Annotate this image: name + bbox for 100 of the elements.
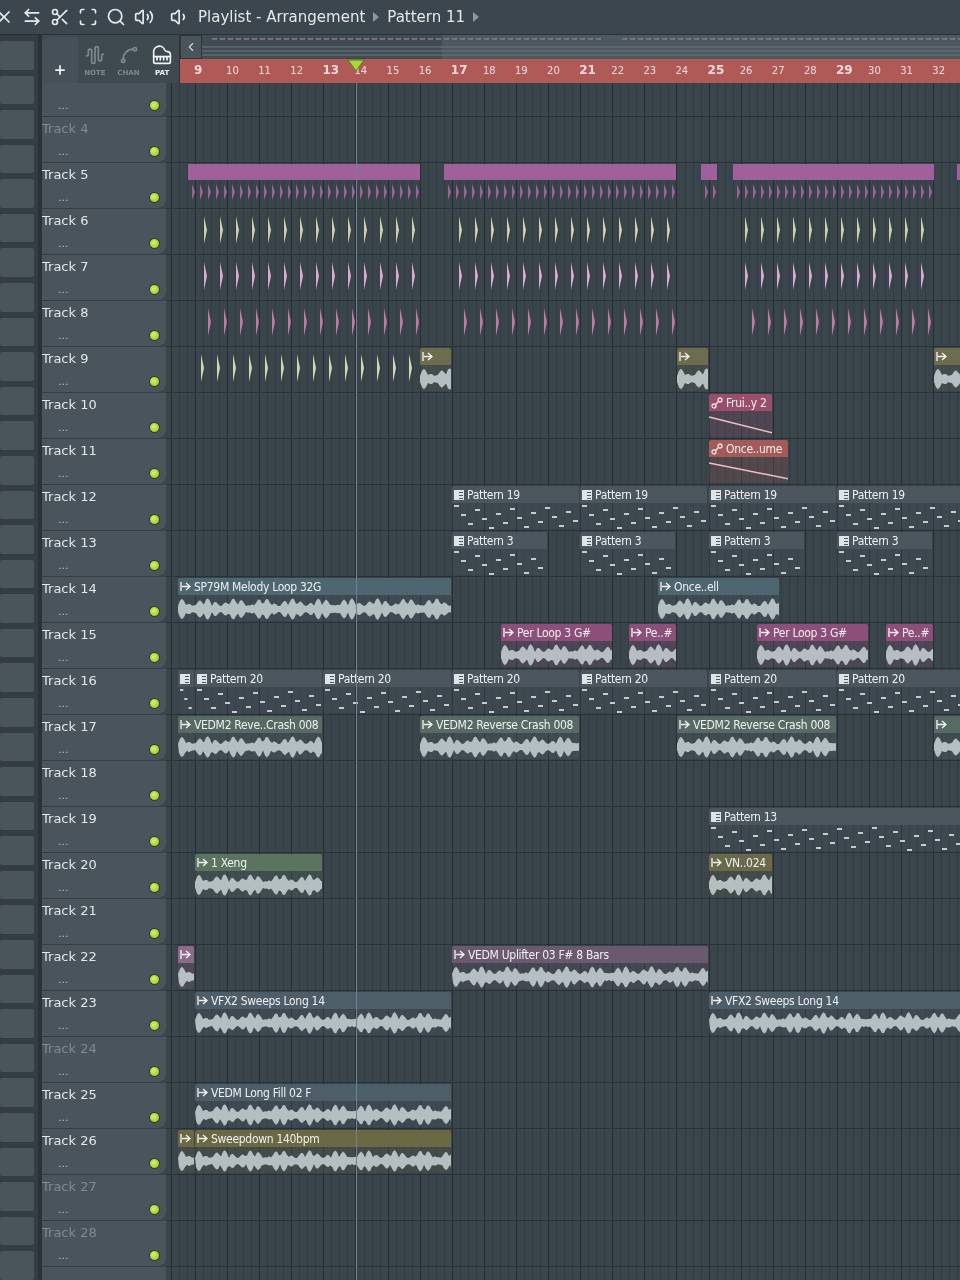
add-track-button[interactable] bbox=[42, 37, 78, 83]
playlist-clip[interactable]: Per Loop 3 G# bbox=[501, 624, 612, 667]
breadcrumb-pattern[interactable]: Pattern 11 bbox=[387, 8, 466, 26]
search-icon[interactable] bbox=[106, 7, 126, 27]
track-header[interactable]: Track 17 ... bbox=[42, 715, 166, 761]
playlist-clip[interactable]: VEDM Long Fill 02 F bbox=[195, 1084, 451, 1127]
track-header[interactable]: Track 15 ... bbox=[42, 623, 166, 669]
playlist-clip[interactable]: Pattern 13 bbox=[709, 808, 960, 851]
playlist-clip[interactable]: Pattern 19 bbox=[837, 486, 960, 529]
track-enable-led[interactable] bbox=[149, 928, 160, 939]
track-header[interactable]: Track 18 ... bbox=[42, 761, 166, 807]
track-enable-led[interactable] bbox=[149, 330, 160, 341]
track-enable-led[interactable] bbox=[149, 146, 160, 157]
track-header[interactable]: Track 10 ... bbox=[42, 393, 166, 439]
playlist-clip[interactable]: VEDM Uplifter 03 F# 8 Bars bbox=[452, 946, 708, 989]
playlist-clip[interactable]: VFX2 Sweeps Long 14 bbox=[195, 992, 451, 1035]
playlist-clip[interactable]: VN..024 bbox=[709, 854, 772, 897]
track-enable-led[interactable] bbox=[149, 974, 160, 985]
track-header[interactable]: ... bbox=[42, 83, 166, 117]
track-header[interactable]: Track 5 ... bbox=[42, 163, 166, 209]
playlist-clip[interactable]: Pattern 20 bbox=[709, 670, 836, 713]
track-header[interactable]: Track 8 ... bbox=[42, 301, 166, 347]
track-lane[interactable]: Pattern 19 Pattern 19 Pattern 19 Pattern 19 bbox=[166, 485, 960, 531]
scissors-icon[interactable] bbox=[50, 7, 70, 27]
track-lane[interactable]: VEDM Uplifter 03 F# 8 Bars bbox=[166, 945, 960, 991]
track-header[interactable]: Track 26 ... bbox=[42, 1129, 166, 1175]
playlist-clip[interactable]: VEDM2 Reverse Crash 008 bbox=[420, 716, 579, 759]
playlist-clip[interactable]: Once..ell bbox=[658, 578, 779, 621]
track-header[interactable]: Track 12 ... bbox=[42, 485, 166, 531]
track-lane[interactable]: Sweepdown 140bpm bbox=[166, 1129, 960, 1175]
track-enable-led[interactable] bbox=[149, 238, 160, 249]
playlist-clip[interactable]: SP79M Melody Loop 32G bbox=[178, 578, 451, 621]
playlist-clip[interactable]: Pattern 19 bbox=[452, 486, 579, 529]
track-header[interactable]: Track 9 ... bbox=[42, 347, 166, 393]
track-header[interactable]: Track 13 ... bbox=[42, 531, 166, 577]
track-lane[interactable]: Frui..y 2 bbox=[166, 393, 960, 439]
track-header[interactable]: Track 19 ... bbox=[42, 807, 166, 853]
playlist-clip[interactable]: Pattern 20 bbox=[837, 670, 960, 713]
track-lane[interactable]: VFX2 Sweeps Long 14 VFX2 Sweeps Long 14 bbox=[166, 991, 960, 1037]
track-header[interactable]: Track 6 ... bbox=[42, 209, 166, 255]
track-lane[interactable]: Pattern 20 Pattern 20 Pattern 20 Pattern 20 Pattern 20 Pattern 20 bbox=[166, 669, 960, 715]
playlist-clip[interactable]: Pe..# bbox=[629, 624, 676, 667]
track-enable-led[interactable] bbox=[149, 192, 160, 203]
track-enable-led[interactable] bbox=[149, 836, 160, 847]
track-enable-led[interactable] bbox=[149, 560, 160, 571]
playlist-clip[interactable] bbox=[178, 946, 194, 989]
track-enable-led[interactable] bbox=[149, 652, 160, 663]
track-enable-led[interactable] bbox=[149, 1066, 160, 1077]
track-lane[interactable]: 1 Xeng VN..024 bbox=[166, 853, 960, 899]
track-enable-led[interactable] bbox=[149, 468, 160, 479]
track-header[interactable]: Track 23 ... bbox=[42, 991, 166, 1037]
track-enable-led[interactable] bbox=[149, 1112, 160, 1123]
track-enable-led[interactable] bbox=[149, 514, 160, 525]
track-enable-led[interactable] bbox=[149, 1020, 160, 1031]
track-header[interactable]: Track 11 ... bbox=[42, 439, 166, 485]
track-lane[interactable]: VEDM2 Reve..Crash 008 VEDM2 Reverse Crash 008 VEDM2 Reverse Crash 008 bbox=[166, 715, 960, 761]
playlist-clip[interactable]: Sweepdown 140bpm bbox=[195, 1130, 451, 1173]
track-header[interactable]: Track 22 ... bbox=[42, 945, 166, 991]
track-header[interactable]: Track 21 ... bbox=[42, 899, 166, 945]
track-enable-led[interactable] bbox=[149, 422, 160, 433]
track-lane[interactable]: Per Loop 3 G# Pe..# Per Loop 3 G# Pe..# bbox=[166, 623, 960, 669]
track-header[interactable]: Track 20 ... bbox=[42, 853, 166, 899]
track-header[interactable]: Track 25 ... bbox=[42, 1083, 166, 1129]
playlist-clip[interactable]: Pattern 20 bbox=[580, 670, 707, 713]
speaker-icon[interactable] bbox=[134, 7, 154, 27]
track-enable-led[interactable] bbox=[149, 100, 160, 111]
playlist-clip[interactable]: Pattern 3 bbox=[580, 532, 675, 575]
playlist-clip[interactable]: Pe..# bbox=[886, 624, 933, 667]
track-enable-led[interactable] bbox=[149, 284, 160, 295]
track-enable-led[interactable] bbox=[149, 606, 160, 617]
playlist-clip[interactable]: Pattern 19 bbox=[709, 486, 836, 529]
playlist-clip[interactable]: Pattern 19 bbox=[580, 486, 707, 529]
scroll-left-button[interactable] bbox=[180, 35, 202, 59]
double-arrow-icon[interactable] bbox=[22, 7, 42, 27]
playlist-clip[interactable]: VEDM2 Reve..Crash 008 bbox=[178, 716, 322, 759]
track-enable-led[interactable] bbox=[149, 698, 160, 709]
track-enable-led[interactable] bbox=[149, 1250, 160, 1261]
track-enable-led[interactable] bbox=[149, 1204, 160, 1215]
track-lane[interactable]: Pattern 3 Pattern 3 Pattern 3 Pattern 3 bbox=[166, 531, 960, 577]
playlist-clip[interactable]: VEDM2 Reverse Crash 008 bbox=[677, 716, 836, 759]
playlist-clip[interactable]: Frui..y 2 bbox=[709, 394, 772, 437]
track-lane[interactable]: Pattern 13 bbox=[166, 807, 960, 853]
track-enable-led[interactable] bbox=[149, 1158, 160, 1169]
playlist-clip[interactable]: 1 Xeng bbox=[195, 854, 322, 897]
playlist-clip[interactable]: Pattern 20 bbox=[195, 670, 322, 713]
playlist-clip[interactable]: VFX2 Sweeps Long 14 bbox=[709, 992, 960, 1035]
playlist-clip[interactable]: Pattern 3 bbox=[837, 532, 932, 575]
playlist-clip[interactable] bbox=[178, 670, 194, 713]
track-header[interactable]: Track 7 ... bbox=[42, 255, 166, 301]
track-header[interactable]: Track 14 ... bbox=[42, 577, 166, 623]
track-enable-led[interactable] bbox=[149, 744, 160, 755]
track-lane[interactable]: Once..ume bbox=[166, 439, 960, 485]
track-enable-led[interactable] bbox=[149, 376, 160, 387]
playlist-clip[interactable]: Per Loop 3 G# bbox=[757, 624, 868, 667]
playlist-clip[interactable] bbox=[677, 348, 708, 391]
playlist-clip[interactable]: Pattern 20 bbox=[323, 670, 451, 713]
track-lane[interactable]: SP79M Melody Loop 32G Once..ell bbox=[166, 577, 960, 623]
playlist-clip[interactable] bbox=[420, 348, 451, 391]
track-enable-led[interactable] bbox=[149, 790, 160, 801]
playlist-clip[interactable]: Pattern 3 bbox=[709, 532, 804, 575]
